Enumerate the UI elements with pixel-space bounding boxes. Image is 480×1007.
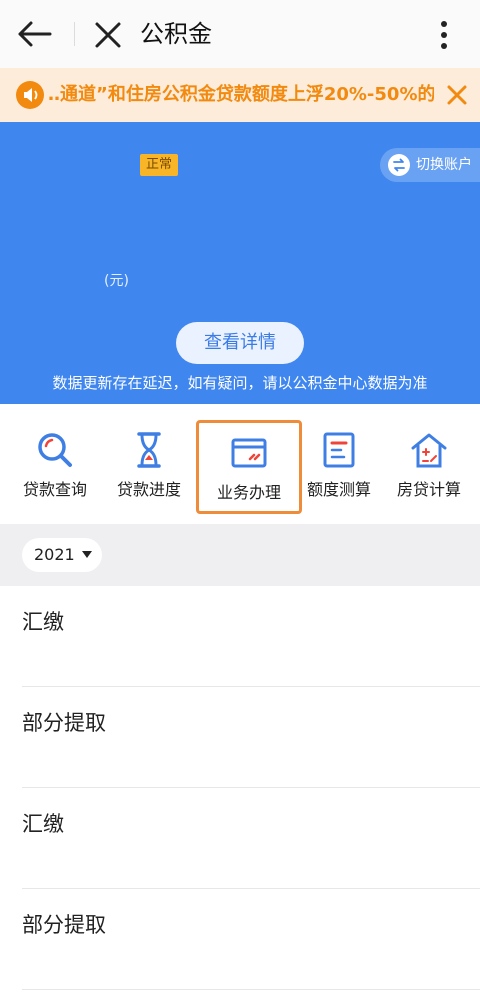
tool-business-handling[interactable]: 业务办理: [196, 420, 302, 514]
close-icon[interactable]: [92, 20, 124, 50]
switch-account-button[interactable]: 切换账户: [380, 148, 480, 182]
status-badge: 正常: [140, 154, 179, 176]
top-bar: 公积金: [0, 0, 480, 69]
year-value: 2021: [34, 545, 75, 564]
tool-label: 业务办理: [216, 483, 281, 502]
chevron-down-icon: [82, 551, 92, 558]
records-list: 汇缴 部分提取 汇缴 部分提取: [0, 586, 480, 990]
record-title: 汇缴: [22, 610, 64, 634]
page-title: 公积金: [140, 20, 212, 48]
list-item[interactable]: 汇缴: [0, 788, 480, 889]
record-title: 部分提取: [22, 913, 106, 937]
document-icon: [323, 432, 355, 468]
search-icon: [38, 433, 72, 467]
list-item[interactable]: 汇缴: [0, 586, 480, 687]
divider: [22, 989, 480, 990]
card-icon: [231, 438, 267, 468]
notice-bar[interactable]: ‥通道”和住房公积金贷款额度上浮20%-50%的奖励: [0, 68, 480, 122]
tool-loan-progress[interactable]: 贷款进度: [104, 430, 194, 516]
account-banner: 正常 切换账户 (元) 查看详情 数据更新存在延迟，如有疑问，请以公积金中心数据…: [0, 122, 480, 404]
list-item[interactable]: 部分提取: [0, 889, 480, 990]
year-selector[interactable]: 2021: [22, 538, 102, 572]
tool-label: 额度测算: [306, 480, 371, 499]
service-toolbar: 贷款查询 贷款进度 业务办理 额度测算 房贷计算: [0, 404, 480, 524]
list-item[interactable]: 部分提取: [0, 687, 480, 788]
record-title: 部分提取: [22, 711, 106, 735]
notice-text: ‥通道”和住房公积金贷款额度上浮20%-50%的奖励: [48, 84, 434, 105]
hourglass-icon: [137, 432, 161, 468]
speaker-icon: [16, 81, 44, 109]
balance-unit: (元): [104, 273, 129, 289]
house-calc-icon: [411, 433, 447, 468]
tool-quota-estimate[interactable]: 额度测算: [294, 430, 384, 516]
back-arrow-icon[interactable]: [14, 18, 54, 50]
switch-account-label: 切换账户: [416, 157, 472, 173]
tool-label: 贷款进度: [116, 480, 181, 499]
tool-label: 房贷计算: [396, 480, 461, 499]
more-options-icon[interactable]: [428, 18, 460, 52]
swap-icon: [388, 154, 410, 176]
record-title: 汇缴: [22, 812, 64, 836]
divider: [74, 22, 75, 46]
data-delay-note: 数据更新存在延迟，如有疑问，请以公积金中心数据为准: [52, 374, 428, 392]
filter-bar: 2021: [0, 524, 480, 586]
tool-loan-query[interactable]: 贷款查询: [10, 430, 100, 516]
view-details-button[interactable]: 查看详情: [176, 322, 304, 364]
tool-mortgage-calculator[interactable]: 房贷计算: [384, 430, 474, 516]
notice-close-icon[interactable]: [444, 82, 470, 108]
tool-label: 贷款查询: [22, 480, 87, 499]
